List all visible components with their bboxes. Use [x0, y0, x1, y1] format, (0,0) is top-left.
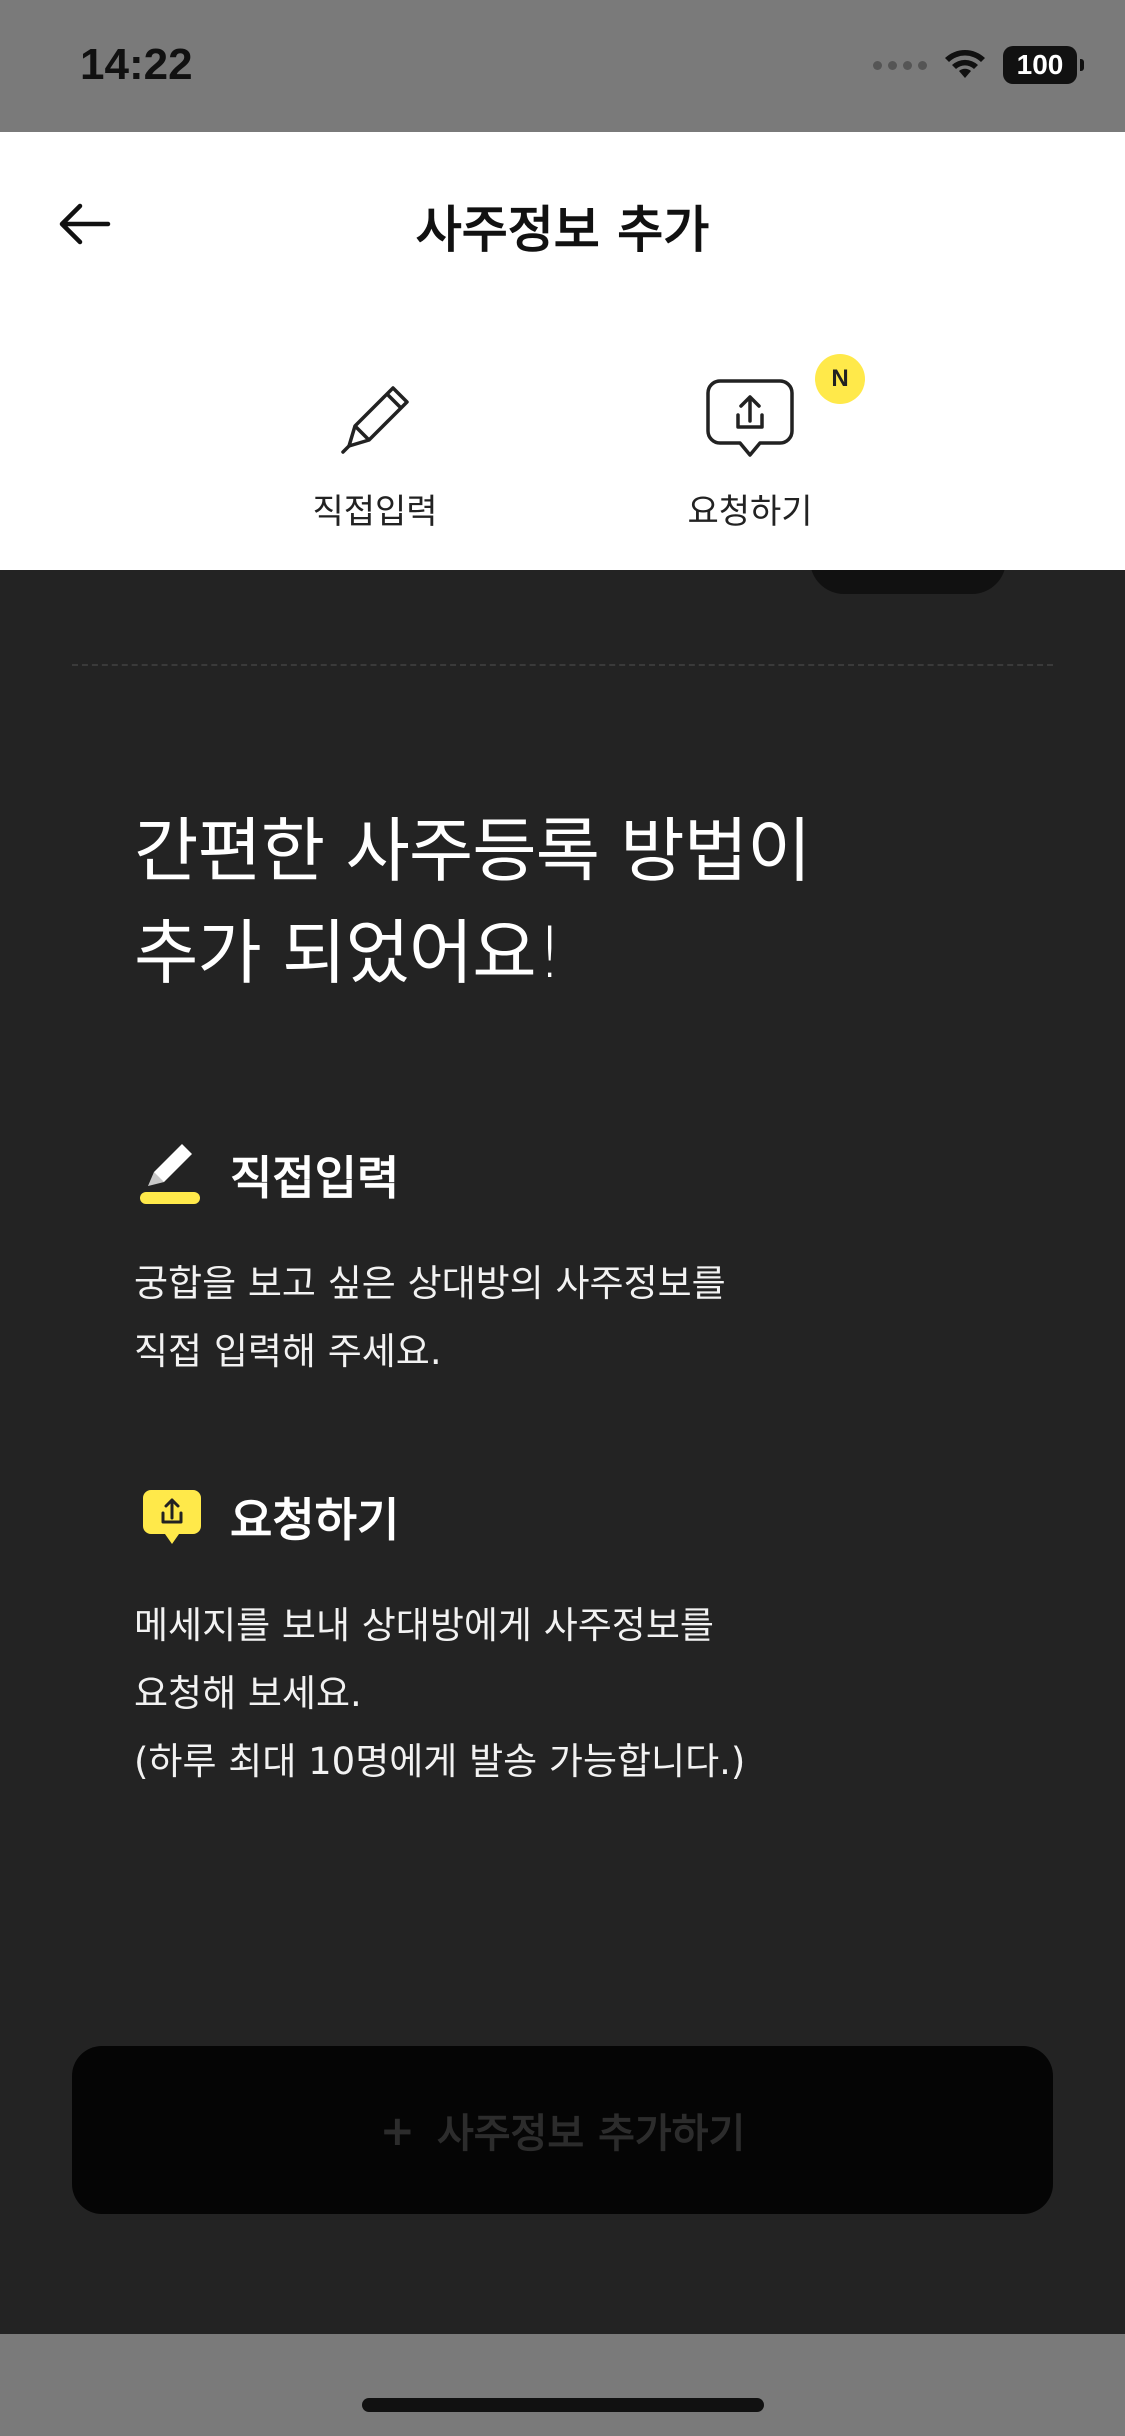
direct-input-option[interactable]: 직접입력 — [265, 370, 485, 533]
home-indicator[interactable] — [362, 2398, 764, 2412]
background-divider — [72, 664, 1053, 666]
add-saju-button[interactable]: + 사주정보 추가하기 — [72, 2046, 1053, 2214]
headline-line-1: 간편한 사주등록 방법이 — [134, 810, 812, 892]
wifi-icon — [945, 50, 985, 78]
request-desc-line-2: 요청해 보세요. — [134, 1672, 362, 1715]
status-time: 14:22 — [80, 40, 193, 89]
request-desc-line-3: (하루 최대 10명에게 발송 가능합니다.) — [134, 1740, 746, 1783]
direct-input-section: 직접입력 궁합을 보고 싶은 상대방의 사주정보를 직접 입력해 주세요. — [134, 1140, 1034, 1386]
share-bubble-icon — [706, 379, 794, 457]
direct-input-description: 궁합을 보고 싶은 상대방의 사주정보를 직접 입력해 주세요. — [134, 1250, 1034, 1386]
cellular-signal-icon — [873, 60, 927, 70]
pencil-icon — [341, 386, 409, 454]
plus-icon: + — [379, 2105, 415, 2155]
guide-headline: 간편한 사주등록 방법이 추가 되었어요! — [134, 800, 1034, 1004]
direct-input-label: 직접입력 — [312, 492, 438, 532]
request-label: 요청하기 — [687, 492, 813, 532]
status-icons: 100 — [873, 46, 1084, 84]
direct-input-title: 직접입력 — [230, 1151, 400, 1205]
request-desc-line-1: 메세지를 보내 상대방에게 사주정보를 — [134, 1604, 714, 1647]
status-bar: 14:22 100 — [0, 0, 1125, 132]
new-badge: N — [815, 354, 865, 404]
request-description: 메세지를 보내 상대방에게 사주정보를 요청해 보세요. (하루 최대 10명에… — [134, 1592, 1034, 1796]
direct-desc-line-1: 궁합을 보고 싶은 상대방의 사주정보를 — [134, 1262, 726, 1305]
guide-overlay: 간편한 사주등록 방법이 추가 되었어요! 직접입력 궁합을 보고 싶은 상대방… — [134, 800, 1034, 1783]
headline-line-2: 추가 되었어요! — [134, 912, 564, 994]
bottom-safe-area — [0, 2334, 1125, 2436]
yellow-share-bubble-icon — [134, 1482, 210, 1552]
battery-icon: 100 — [1003, 46, 1084, 84]
direct-desc-line-2: 직접 입력해 주세요. — [134, 1330, 442, 1373]
add-saju-sheet: 사주정보 추가 직접입력 요청하기 N — [0, 132, 1125, 570]
request-section: 요청하기 메세지를 보내 상대방에게 사주정보를 요청해 보세요. (하루 최대… — [134, 1482, 1034, 1796]
page-title: 사주정보 추가 — [415, 201, 710, 259]
add-saju-button-label: 사주정보 추가하기 — [436, 2111, 746, 2157]
highlighter-pencil-icon — [134, 1140, 210, 1210]
request-title: 요청하기 — [230, 1493, 400, 1547]
